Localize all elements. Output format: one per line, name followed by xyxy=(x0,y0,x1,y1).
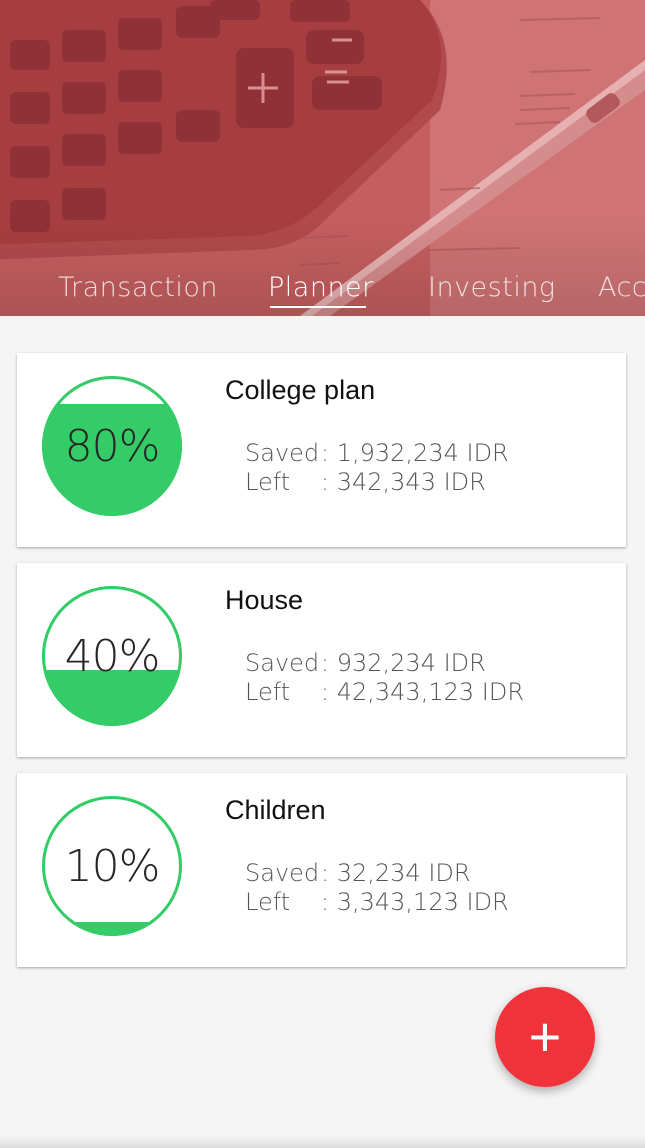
left-value: : 342,343 IDR xyxy=(321,468,486,496)
tab-planner[interactable]: Planner xyxy=(268,272,374,303)
left-amount: Left : 3,343,123 IDR xyxy=(245,888,509,916)
left-label: Left xyxy=(245,678,291,706)
left-value: : 42,343,123 IDR xyxy=(321,678,524,706)
saved-label: Saved xyxy=(245,649,320,677)
saved-value: : 32,234 IDR xyxy=(321,859,471,887)
tab-accounts[interactable]: Acc xyxy=(598,272,645,303)
plus-icon: + xyxy=(528,1005,562,1068)
saved-label: Saved xyxy=(245,439,320,467)
saved-amount: Saved: 32,234 IDR xyxy=(245,859,471,887)
plan-card-college[interactable]: 80% College plan Saved: 1,932,234 IDR Le… xyxy=(17,353,626,547)
plan-title: House xyxy=(225,585,304,615)
left-amount: Left : 42,343,123 IDR xyxy=(245,678,524,706)
bottom-edge-shadow xyxy=(0,1136,645,1148)
saved-label: Saved xyxy=(245,859,320,887)
plan-title: College plan xyxy=(225,375,376,405)
left-value: : 3,343,123 IDR xyxy=(321,888,509,916)
left-label: Left xyxy=(245,468,291,496)
left-amount: Left : 342,343 IDR xyxy=(245,468,486,496)
tab-bar: Transaction Planner Investing Acc xyxy=(0,268,645,316)
tab-investing[interactable]: Investing xyxy=(428,272,556,303)
plan-card-house[interactable]: 40% House Saved: 932,234 IDR Left : 42,34… xyxy=(17,563,626,757)
progress-percent: 10% xyxy=(64,840,161,892)
left-label: Left xyxy=(245,888,291,916)
plan-title: Children xyxy=(225,795,326,825)
tab-transaction[interactable]: Transaction xyxy=(58,272,218,303)
add-plan-button[interactable]: + xyxy=(495,987,595,1087)
saved-amount: Saved: 932,234 IDR xyxy=(245,649,486,677)
saved-value: : 932,234 IDR xyxy=(321,649,486,677)
saved-value: : 1,932,234 IDR xyxy=(321,439,509,467)
plan-card-children[interactable]: 10% Children Saved: 32,234 IDR Left : 3,3… xyxy=(17,773,626,967)
active-tab-indicator xyxy=(270,306,366,308)
progress-percent: 80% xyxy=(64,420,161,472)
progress-percent: 40% xyxy=(64,630,161,682)
saved-amount: Saved: 1,932,234 IDR xyxy=(245,439,509,467)
header-banner: Transaction Planner Investing Acc xyxy=(0,0,645,316)
